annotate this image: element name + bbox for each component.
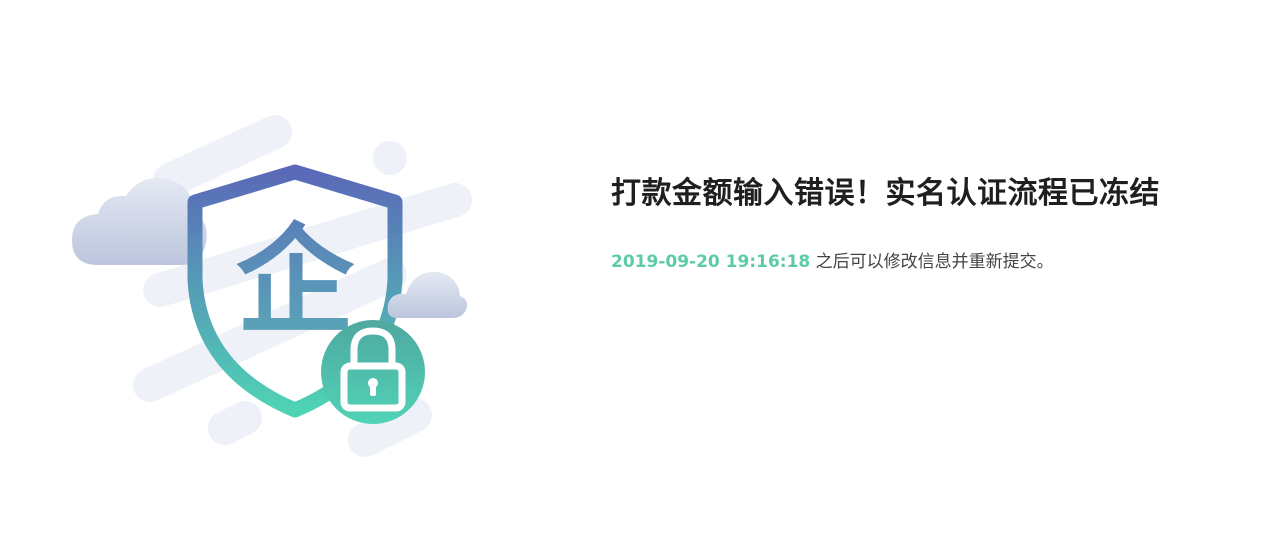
verification-frozen-page: 企 打款金额输入错误！实名认证流程已冻结 2019-09-20 19:16:18… [0, 0, 1266, 535]
unlock-notice: 2019-09-20 19:16:18 之后可以修改信息并重新提交。 [611, 250, 1251, 274]
cloud-left [72, 178, 207, 265]
page-title: 打款金额输入错误！实名认证流程已冻结 [611, 176, 1160, 211]
message-panel: 打款金额输入错误！实名认证流程已冻结 2019-09-20 19:16:18 之… [611, 172, 1251, 274]
frozen-shield-illustration: 企 [60, 110, 490, 470]
enterprise-character: 企 [236, 212, 355, 350]
unlock-timestamp: 2019-09-20 19:16:18 [611, 252, 811, 272]
unlock-notice-text: 之后可以修改信息并重新提交。 [810, 252, 1054, 272]
enterprise-shield-lock-icon: 企 [72, 115, 472, 457]
